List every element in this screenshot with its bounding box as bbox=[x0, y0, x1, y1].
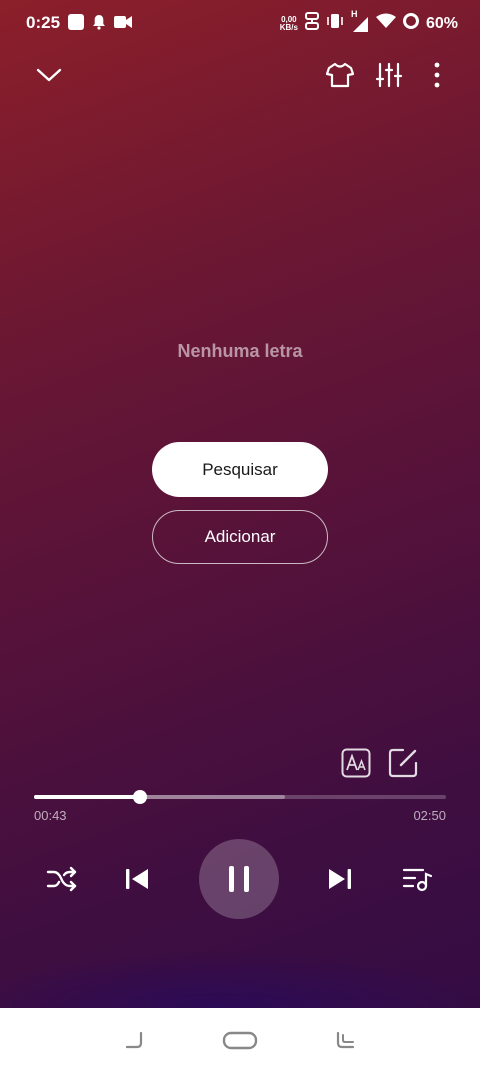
edit-lyrics-button[interactable] bbox=[386, 746, 420, 780]
total-duration: 02:50 bbox=[413, 808, 446, 823]
recents-gesture-button[interactable] bbox=[330, 1028, 360, 1054]
top-toolbar bbox=[0, 56, 480, 96]
recents-gesture-icon bbox=[336, 1031, 355, 1049]
bell-icon bbox=[92, 14, 106, 35]
previous-icon bbox=[126, 869, 148, 889]
search-lyrics-button[interactable]: Pesquisar bbox=[152, 442, 328, 497]
elapsed-time: 00:43 bbox=[34, 808, 67, 823]
more-vert-icon bbox=[434, 62, 440, 88]
battery-saver-icon bbox=[402, 12, 420, 35]
previous-button[interactable] bbox=[122, 864, 152, 894]
add-lyrics-button[interactable]: Adicionar bbox=[152, 510, 328, 564]
no-lyrics-text: Nenhuma letra bbox=[177, 341, 303, 361]
home-gesture-icon bbox=[222, 1031, 258, 1050]
back-gesture-icon bbox=[125, 1031, 143, 1049]
system-nav-bar bbox=[0, 1008, 480, 1068]
equalizer-icon bbox=[375, 62, 403, 88]
playlist-button[interactable] bbox=[400, 862, 434, 896]
next-button[interactable] bbox=[325, 864, 355, 894]
played-progress bbox=[34, 795, 140, 799]
font-size-icon bbox=[341, 748, 371, 778]
status-right-icons: 0,00 KB/s H 60% bbox=[279, 9, 458, 35]
pause-icon bbox=[229, 866, 249, 892]
video-camera-icon bbox=[114, 15, 132, 34]
next-icon bbox=[329, 869, 351, 889]
theme-button[interactable] bbox=[322, 58, 358, 92]
notification-icons bbox=[68, 14, 132, 35]
wifi-icon bbox=[375, 13, 396, 34]
seek-bar[interactable] bbox=[34, 790, 446, 804]
more-options-button[interactable] bbox=[424, 58, 450, 92]
vibrate-icon bbox=[326, 12, 344, 35]
network-speed-unit: KB/s bbox=[279, 22, 298, 32]
font-size-button[interactable] bbox=[340, 746, 372, 780]
playlist-icon bbox=[402, 868, 433, 892]
collapse-button[interactable] bbox=[32, 60, 66, 90]
back-gesture-button[interactable] bbox=[120, 1028, 150, 1054]
tshirt-icon bbox=[326, 62, 354, 88]
cell-signal-icon: H bbox=[350, 9, 370, 33]
seek-thumb[interactable] bbox=[132, 790, 147, 804]
data-saver-icon bbox=[304, 12, 320, 35]
play-pause-button[interactable] bbox=[199, 839, 279, 919]
network-speed: 0,00 KB/s bbox=[279, 15, 298, 32]
shuffle-button[interactable] bbox=[44, 862, 80, 896]
home-gesture-button[interactable] bbox=[220, 1026, 260, 1056]
edit-icon bbox=[388, 748, 418, 778]
equalizer-button[interactable] bbox=[372, 58, 406, 92]
app-notification-icon bbox=[68, 14, 84, 35]
shuffle-icon bbox=[46, 866, 77, 892]
battery-percent: 60% bbox=[425, 14, 458, 32]
status-bar: 0:25 0,00 KB/s H 60% bbox=[0, 0, 480, 46]
player-screen: 0:25 0,00 KB/s H 60% Nenhuma letra Pesqu… bbox=[0, 0, 480, 1008]
chevron-down-icon bbox=[36, 68, 62, 82]
status-time: 0:25 bbox=[26, 13, 61, 32]
